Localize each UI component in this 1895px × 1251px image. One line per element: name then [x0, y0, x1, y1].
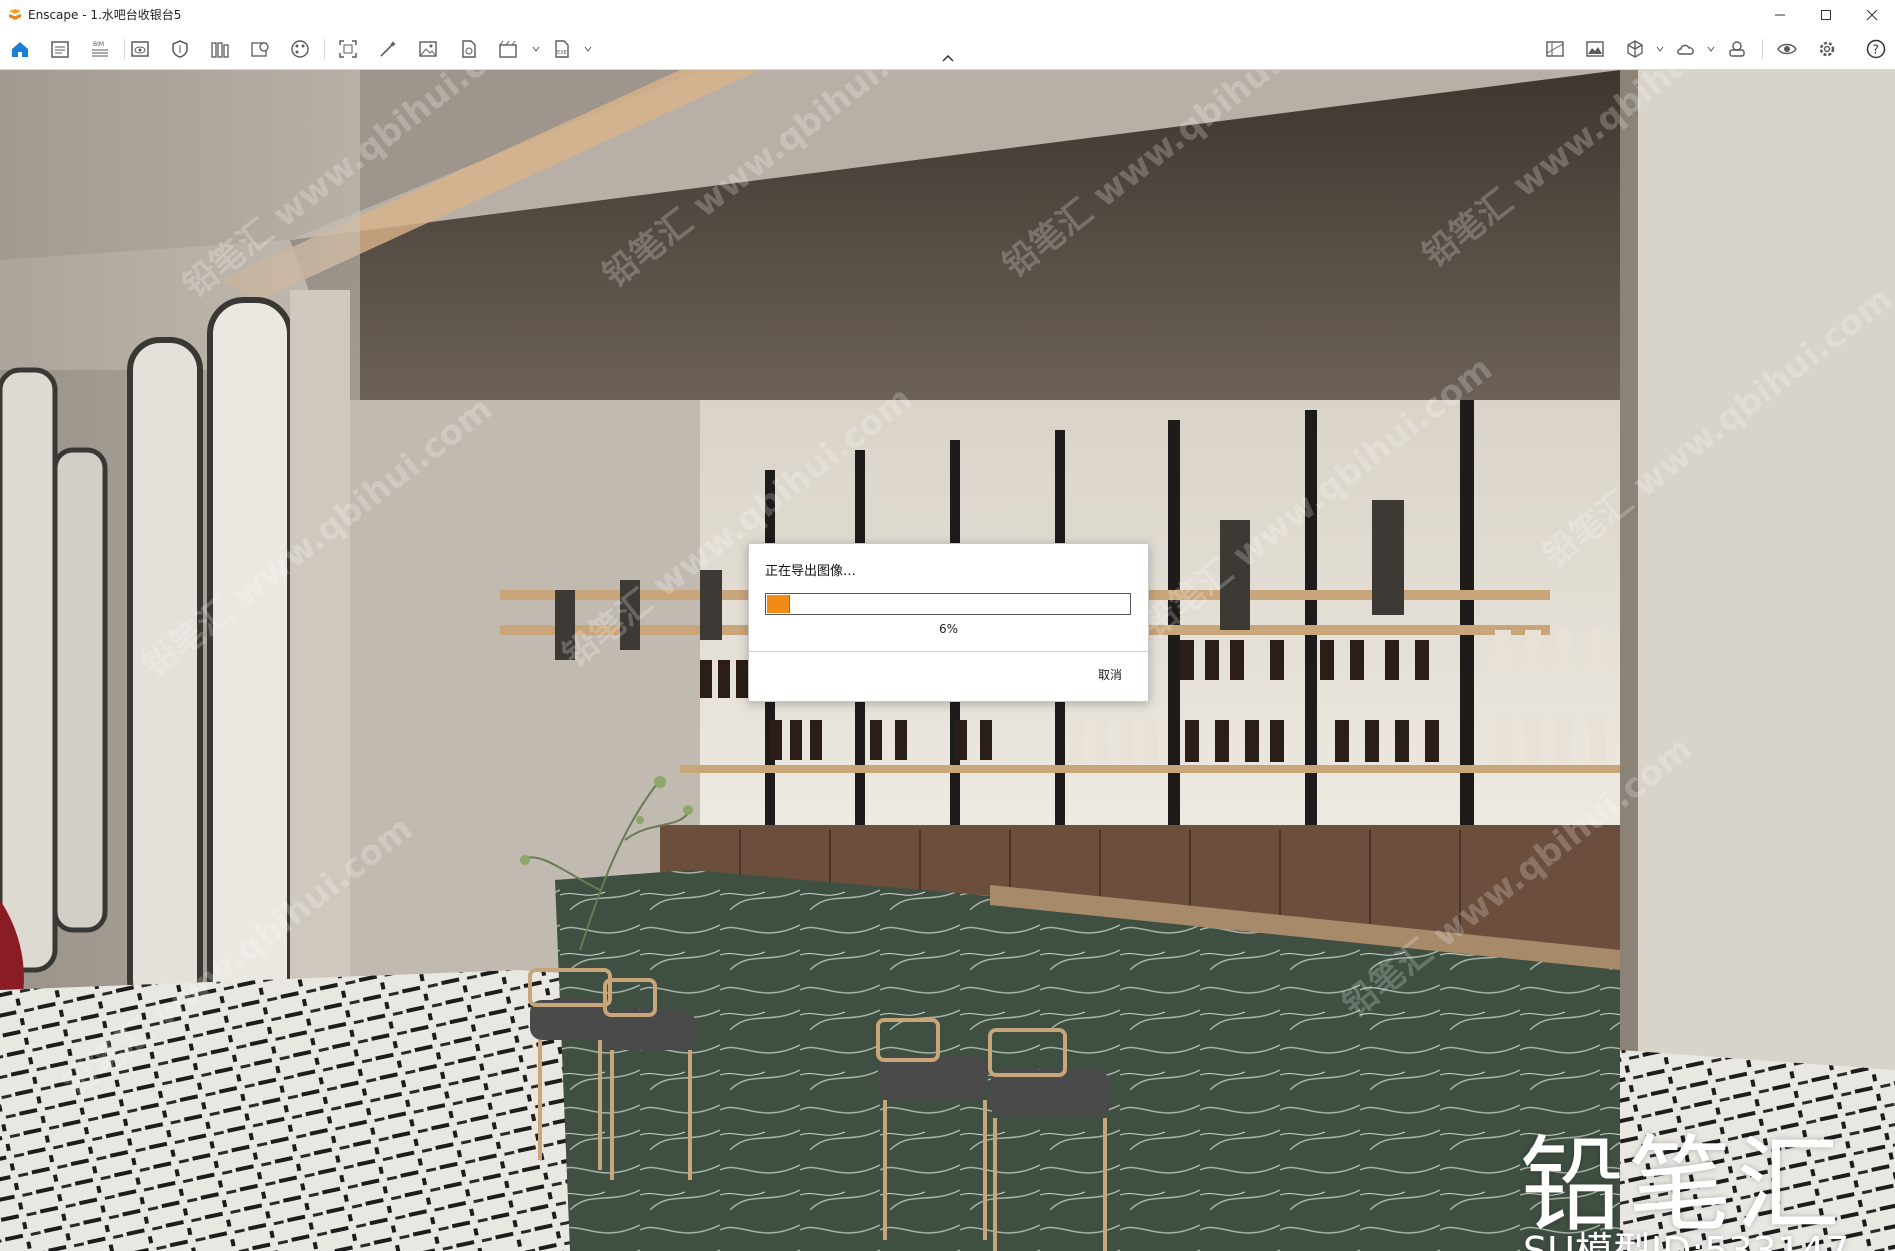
- bim-icon: BIM: [92, 41, 108, 57]
- screenshot-button[interactable]: [336, 37, 360, 61]
- landscape-icon: [1586, 41, 1604, 57]
- vr-icon: [1729, 41, 1745, 57]
- help-button[interactable]: ?: [1864, 37, 1888, 61]
- cancel-button[interactable]: 取消: [1098, 666, 1122, 683]
- dialog-title: 正在导出图像…: [765, 564, 857, 579]
- magic-icon: [380, 41, 396, 57]
- chevron-down-icon[interactable]: [584, 45, 592, 53]
- minimize-icon: [1775, 14, 1785, 15]
- enhance-button[interactable]: [376, 37, 400, 61]
- enscape-logo-icon: [9, 8, 21, 20]
- image-export-button[interactable]: [416, 37, 440, 61]
- cube-icon: [1627, 40, 1643, 58]
- window-controls: [1757, 0, 1895, 29]
- window-title: Enscape - 1.水吧台收银台5: [28, 8, 182, 22]
- document-icon: [51, 41, 69, 58]
- library-icon: [211, 42, 229, 58]
- video-icon: [462, 40, 476, 58]
- library-button[interactable]: [208, 37, 232, 61]
- model-id-text: SU模型ID:533147: [1523, 1229, 1850, 1251]
- export-progress-dialog: 正在导出图像… 6% 取消: [748, 543, 1149, 702]
- dialog-divider: [749, 651, 1148, 652]
- toolbar-separator: [1762, 39, 1763, 59]
- settings-icon: [1819, 41, 1835, 57]
- exe-export-button[interactable]: EXE: [550, 37, 574, 61]
- cloud-icon: [1677, 44, 1694, 55]
- svg-text:?: ?: [1873, 43, 1879, 57]
- bim-button[interactable]: BIM: [88, 37, 112, 61]
- title-bar: Enscape - 1.水吧台收银台5: [0, 0, 1895, 29]
- home-button[interactable]: [8, 37, 32, 61]
- map-button[interactable]: [1543, 37, 1567, 61]
- settings-button[interactable]: [1815, 37, 1839, 61]
- progress-fill: [767, 595, 790, 613]
- visibility-icon: [1777, 43, 1797, 55]
- document-button[interactable]: [48, 37, 72, 61]
- image-icon: [419, 41, 437, 57]
- map-icon: [1546, 41, 1564, 57]
- material-button[interactable]: [288, 37, 312, 61]
- toolbar-separator: [324, 39, 325, 59]
- view-panel-button[interactable]: [128, 37, 152, 61]
- minimize-button[interactable]: [1757, 0, 1803, 29]
- view-mode-button[interactable]: [1623, 37, 1647, 61]
- safe-frame-button[interactable]: [168, 37, 192, 61]
- capture-icon: [339, 40, 357, 58]
- chevron-down-icon[interactable]: [1656, 45, 1664, 53]
- chevron-down-icon[interactable]: [532, 45, 540, 53]
- close-button[interactable]: [1849, 0, 1895, 29]
- visibility-button[interactable]: [1775, 37, 1799, 61]
- home-icon: [12, 42, 28, 57]
- eye-panel-icon: [131, 41, 149, 57]
- help-icon: ?: [1866, 39, 1886, 59]
- upload-button[interactable]: [1674, 37, 1698, 61]
- chevron-down-icon[interactable]: [1707, 45, 1715, 53]
- batch-icon: [499, 40, 517, 58]
- maximize-button[interactable]: [1803, 0, 1849, 29]
- toolbar-separator: [124, 39, 125, 59]
- video-button[interactable]: [456, 37, 480, 61]
- close-icon: [1866, 9, 1878, 20]
- landscape-button[interactable]: [1583, 37, 1607, 61]
- export-icon: EXE: [555, 40, 569, 58]
- asset-button[interactable]: [248, 37, 272, 61]
- progress-percent-label: 6%: [938, 622, 959, 636]
- svg-text:EXE: EXE: [557, 50, 567, 56]
- shield-icon: [172, 40, 188, 58]
- vr-button[interactable]: [1725, 37, 1749, 61]
- palette-icon: [291, 40, 309, 58]
- export-progress-bar: [765, 593, 1131, 615]
- asset-icon: [251, 42, 269, 57]
- svg-text:BIM: BIM: [93, 41, 104, 48]
- collapse-toolbar-icon[interactable]: [940, 52, 956, 64]
- batch-render-button[interactable]: [496, 37, 520, 61]
- maximize-icon: [1821, 9, 1831, 20]
